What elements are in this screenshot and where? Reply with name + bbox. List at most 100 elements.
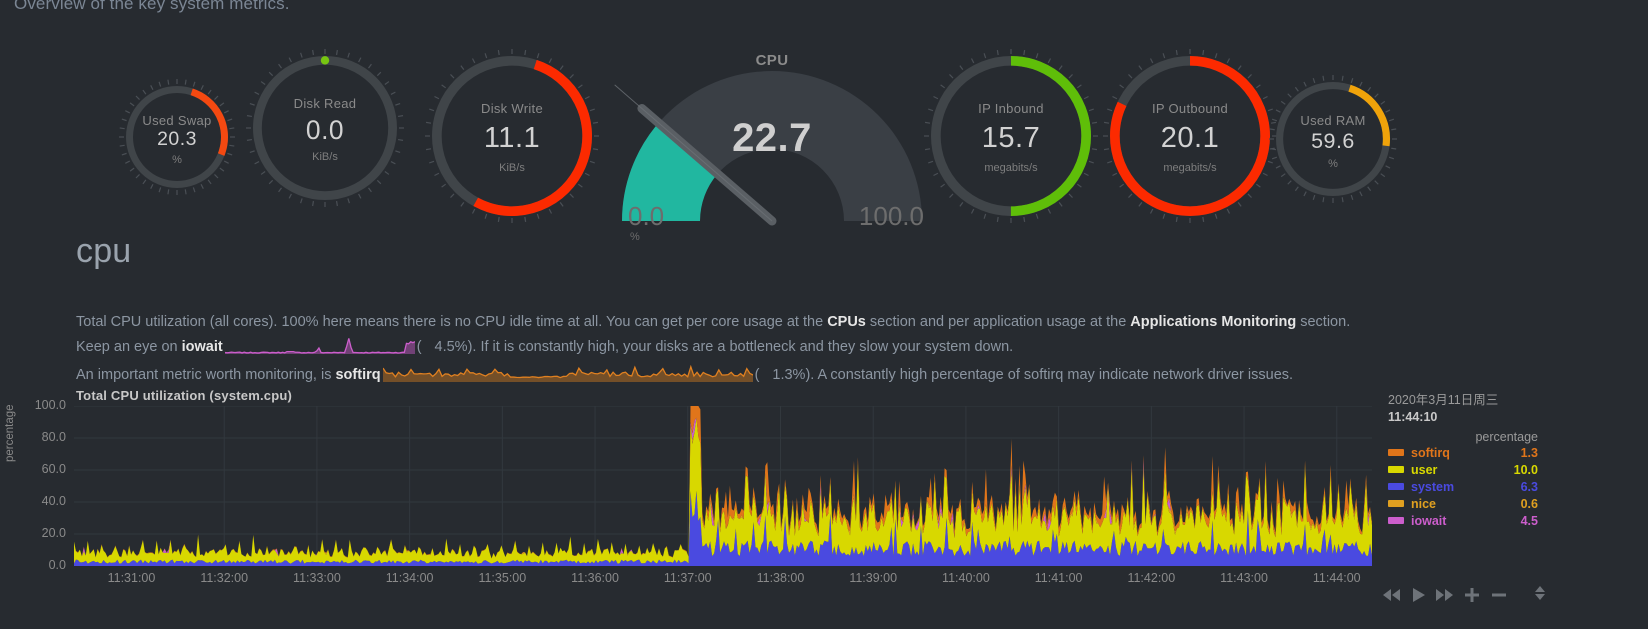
y-tick: 20.0 xyxy=(41,526,66,540)
description-line-3: An important metric worth monitoring, is… xyxy=(76,363,1536,391)
desc-text-a: Total CPU utilization (all cores). 100% … xyxy=(76,314,828,330)
legend-series-name: user xyxy=(1411,462,1438,477)
gauge-units: % xyxy=(172,154,182,167)
y-tick: 40.0 xyxy=(41,494,66,508)
cpu-gauge-units: % xyxy=(630,231,640,243)
x-tick: 11:31:00 xyxy=(107,571,156,585)
cpu-gauge-title: CPU xyxy=(755,52,789,69)
page-intro-text: Overview of the key system metrics. xyxy=(14,0,290,13)
desc-text-f: An important metric worth monitoring, is xyxy=(76,367,336,383)
gauge-used-ram[interactable]: Used RAM 59.6 % xyxy=(1268,74,1398,204)
legend-series-name: iowait xyxy=(1411,513,1447,528)
gauge-value: 11.1 xyxy=(483,121,541,154)
chart-y-axis-label: percentage xyxy=(4,404,16,462)
x-tick: 11:41:00 xyxy=(1034,571,1083,585)
desc-text-e: ). If it is constantly high, your disks … xyxy=(467,339,1014,355)
metric-softirq-label: softirq xyxy=(335,367,381,383)
resize-handle-icon[interactable] xyxy=(1533,583,1547,608)
gauge-units: megabits/s xyxy=(1163,161,1217,174)
chart-legend: 2020年3月11日周三 11:44:10 percentage softirq… xyxy=(1388,392,1538,529)
legend-color-swatch xyxy=(1388,483,1404,490)
gauge-label: Used Swap xyxy=(142,113,212,129)
legend-time: 11:44:10 xyxy=(1388,410,1438,424)
desc-text-c: section. xyxy=(1296,314,1351,330)
gauge-units: KiB/s xyxy=(499,161,525,174)
gauge-disk-write[interactable]: Disk Write 11.1 KiB/s xyxy=(424,48,600,224)
gauge-value: 15.7 xyxy=(981,121,1041,154)
section-title-cpu: cpu xyxy=(76,232,132,270)
x-tick: 11:32:00 xyxy=(200,571,249,585)
x-tick: 11:42:00 xyxy=(1127,571,1176,585)
desc-text-g: ). A constantly high percentage of softi… xyxy=(805,367,1294,383)
metric-iowait-label: iowait xyxy=(181,339,223,355)
gauge-label: Used RAM xyxy=(1300,113,1366,128)
gauge-units: % xyxy=(1328,157,1338,170)
x-tick: 11:37:00 xyxy=(663,571,712,585)
legend-date: 2020年3月11日周三 xyxy=(1388,393,1499,407)
zoom-out-icon[interactable] xyxy=(1490,586,1508,604)
legend-series-name: softirq xyxy=(1411,445,1450,460)
legend-entries: softirq 1.3 user 10.0 system 6.3 nice 0.6 iowait… xyxy=(1388,444,1538,529)
chart-controls xyxy=(1382,580,1648,610)
gauge-label: Disk Read xyxy=(293,96,357,111)
gauge-value: 20.1 xyxy=(1160,121,1220,154)
play-icon[interactable] xyxy=(1410,587,1426,603)
gauge-label: IP Inbound xyxy=(978,100,1044,116)
gauge-label: IP Outbound xyxy=(1151,100,1229,116)
cpu-gauge-value: 22.7 xyxy=(732,116,812,160)
desc-text-b: section and per application usage at the xyxy=(865,314,1131,330)
fast-forward-icon[interactable] xyxy=(1435,588,1454,602)
chart-plot-area[interactable] xyxy=(74,406,1372,566)
link-cpus[interactable]: CPUs xyxy=(827,314,866,330)
legend-row[interactable]: iowait 4.5 xyxy=(1388,512,1538,529)
gauge-value: 0.0 xyxy=(305,115,345,146)
legend-color-swatch xyxy=(1388,500,1404,507)
gauge-value: 20.3 xyxy=(157,127,197,150)
y-tick: 0.0 xyxy=(48,558,66,572)
softirq-percent-value: 1.3% xyxy=(772,367,806,383)
gauge-units: megabits/s xyxy=(984,161,1038,174)
legend-color-swatch xyxy=(1388,449,1404,456)
x-tick: 11:43:00 xyxy=(1220,571,1268,585)
iowait-sparkline[interactable] xyxy=(224,337,415,363)
cpu-gauge-min: 0.0 xyxy=(628,201,665,231)
legend-series-value: 10.0 xyxy=(1513,462,1538,477)
legend-color-swatch xyxy=(1388,466,1404,473)
legend-row[interactable]: softirq 1.3 xyxy=(1388,444,1538,461)
x-tick: 11:35:00 xyxy=(478,571,527,585)
legend-series-name: system xyxy=(1411,479,1455,494)
gauge-disk-read[interactable]: Disk Read 0.0 KiB/s xyxy=(245,48,405,208)
gauge-units: KiB/s xyxy=(312,151,338,164)
legend-color-swatch xyxy=(1388,517,1404,524)
legend-unit-header: percentage xyxy=(1475,430,1538,444)
gauge-used-swap[interactable]: Used Swap 20.3 % xyxy=(118,78,236,196)
rewind-icon[interactable] xyxy=(1382,588,1401,602)
cpu-gauge-max: 100.0 xyxy=(858,201,924,231)
gauge-cpu[interactable]: CPU 22.7 0.0 100.0 % xyxy=(612,46,932,246)
gauge-label: Disk Write xyxy=(481,100,543,116)
x-tick: 11:33:00 xyxy=(293,571,341,585)
x-tick: 11:36:00 xyxy=(571,571,619,585)
description-line-1: Total CPU utilization (all cores). 100% … xyxy=(76,310,1536,335)
x-tick: 11:44:00 xyxy=(1312,571,1361,585)
legend-series-value: 4.5 xyxy=(1520,513,1538,528)
legend-row[interactable]: nice 0.6 xyxy=(1388,495,1538,512)
legend-row[interactable]: system 6.3 xyxy=(1388,478,1538,495)
gauge-strip: Used Swap 20.3 % Disk Read 0.0 KiB/s Dis… xyxy=(0,26,1648,243)
description-line-2: Keep an eye on iowait(4.5%). If it is co… xyxy=(76,335,1536,363)
desc-text-d: Keep an eye on xyxy=(76,339,182,355)
gauge-value: 59.6 xyxy=(1311,128,1355,153)
x-tick: 11:39:00 xyxy=(849,571,898,585)
link-applications-monitoring[interactable]: Applications Monitoring xyxy=(1130,314,1296,330)
legend-series-value: 0.6 xyxy=(1520,496,1538,511)
legend-series-value: 1.3 xyxy=(1520,445,1538,460)
gauge-ip-inbound[interactable]: IP Inbound 15.7 megabits/s xyxy=(923,48,1099,224)
x-tick: 11:40:00 xyxy=(942,571,990,585)
legend-series-value: 6.3 xyxy=(1520,479,1538,494)
gauge-ip-outbound[interactable]: IP Outbound 20.1 megabits/s xyxy=(1102,48,1278,224)
x-tick: 11:34:00 xyxy=(385,571,434,585)
legend-series-name: nice xyxy=(1411,496,1437,511)
zoom-in-icon[interactable] xyxy=(1463,586,1481,604)
section-description: Total CPU utilization (all cores). 100% … xyxy=(76,310,1536,391)
legend-row[interactable]: user 10.0 xyxy=(1388,461,1538,478)
